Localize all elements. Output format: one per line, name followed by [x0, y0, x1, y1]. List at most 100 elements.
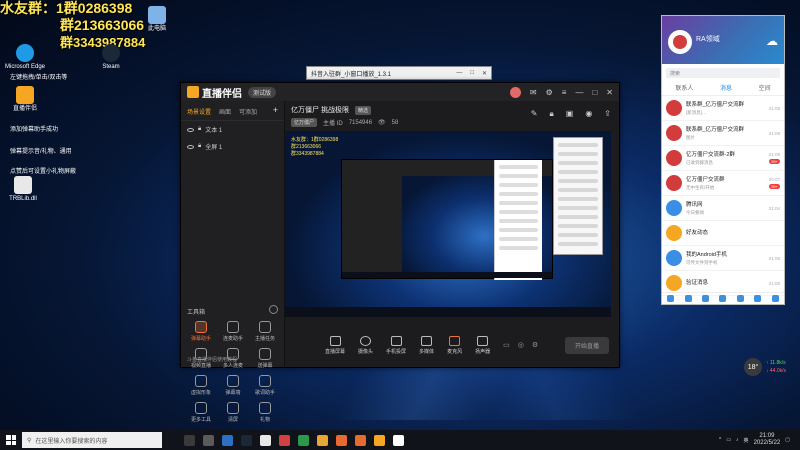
conversation-item[interactable]: 我的Android手机 可传文件到手机 21:05: [662, 246, 784, 271]
system-monitor-widget[interactable]: 18° ↑ 11.8k/s ↓ 44.0k/s: [744, 356, 794, 378]
help-link[interactable]: 斗鱼直播伴侣使用教程: [187, 356, 237, 363]
tab-messages[interactable]: 消息: [720, 83, 732, 92]
stream-preview[interactable]: 水友群：1群0286398 群213663066 群3343987884: [285, 131, 611, 317]
avatar[interactable]: [668, 30, 692, 54]
desktop-icon-edge[interactable]: Microsoft Edge: [2, 44, 48, 71]
tool-send-danmaku[interactable]: 送弹幕: [249, 348, 281, 369]
game-icon[interactable]: [754, 295, 762, 302]
network-icon[interactable]: ▭: [726, 437, 731, 443]
taskbar-app-icon[interactable]: [355, 434, 366, 446]
tool-lyrics[interactable]: 歌词助手: [249, 375, 281, 396]
tab-contacts[interactable]: 联系人: [675, 83, 693, 92]
conversation-item[interactable]: 亿万僵尸交流群 无中生有/开始 20:07 99+: [662, 171, 784, 196]
phone-cast-button[interactable]: 手机投屏: [386, 335, 406, 355]
gear-icon[interactable]: ⚙: [532, 341, 538, 349]
conversation-item[interactable]: 好友动态: [662, 221, 784, 246]
stream-title[interactable]: 亿万僵尸 挑战极限: [291, 105, 349, 115]
taskbar-app-icon[interactable]: [317, 434, 328, 446]
maximize-button[interactable]: □: [592, 88, 597, 97]
minimize-button[interactable]: —: [575, 88, 583, 97]
taskbar-app-icon[interactable]: [260, 434, 271, 446]
category-tag[interactable]: 亿万僵尸: [291, 118, 318, 127]
small-window-title: 抖音入驻群_小窗口播放_1.3.1: [311, 71, 392, 78]
chevron-up-icon[interactable]: ^: [719, 437, 721, 443]
lock-icon[interactable]: 🔒︎: [198, 143, 201, 150]
maximize-button[interactable]: □: [470, 70, 474, 77]
volume-icon[interactable]: ♪: [736, 437, 739, 443]
weather-icon[interactable]: ☁: [766, 34, 778, 48]
record-icon[interactable]: ◉: [585, 109, 592, 119]
close-button[interactable]: ✕: [482, 70, 487, 77]
taskbar-search[interactable]: ⚲ 在这里输入你要搜索的内容: [22, 432, 162, 448]
desktop-icon-this-pc[interactable]: 此电脑: [134, 6, 180, 33]
taskbar-app-icon[interactable]: [184, 434, 195, 446]
clock[interactable]: 21:09 2022/5/22: [754, 433, 781, 447]
desktop-icon-steam[interactable]: Steam: [88, 44, 134, 71]
small-window-titlebar[interactable]: 抖音入驻群_小窗口播放_1.3.1 — □ ✕: [306, 66, 492, 80]
tool-avatar[interactable]: 虚拟形象: [185, 375, 217, 396]
more-tools-icon[interactable]: [269, 305, 278, 314]
conversation-item[interactable]: 亿万僵尸交流群-2群 已收到群消息 21:09 99+: [662, 146, 784, 171]
notification-icon[interactable]: ▢: [785, 437, 790, 443]
go-live-button[interactable]: 开始直播: [564, 336, 609, 354]
input-language[interactable]: 英: [744, 437, 749, 444]
mail-icon[interactable]: ✉: [530, 88, 537, 97]
tool-anchor-task[interactable]: 主播任务: [249, 321, 281, 342]
tab-scene-settings[interactable]: 场景设置: [187, 107, 211, 116]
taskbar-app-icon[interactable]: [222, 434, 233, 446]
taskbar-app-icon[interactable]: [374, 434, 385, 446]
app-icon[interactable]: [719, 295, 727, 302]
start-button[interactable]: [0, 435, 22, 445]
share-icon[interactable]: ⇪: [604, 109, 611, 119]
lock-icon[interactable]: 🔒︎: [198, 126, 201, 133]
taskbar-app-icon[interactable]: [203, 434, 214, 446]
eye-icon[interactable]: [187, 144, 194, 149]
scene-item[interactable]: 🔒︎ 文本 1: [181, 121, 284, 138]
media-button[interactable]: 多媒体: [419, 335, 434, 355]
desktop-icon-trblib[interactable]: TRBLib.dll: [0, 176, 46, 203]
video-settings-icon[interactable]: ▭: [503, 341, 510, 349]
tool-mic-link[interactable]: 连麦助手: [217, 321, 249, 342]
taskbar-app-icon[interactable]: [393, 434, 404, 446]
tool-danmaku-wall[interactable]: 弹幕墙: [217, 375, 249, 396]
bag-icon[interactable]: ▣: [566, 109, 574, 119]
tool-more[interactable]: 更多工具: [185, 402, 217, 423]
conversation-item[interactable]: 联系群_亿万僵尸交流群 [新消息]… 21:09: [662, 96, 784, 121]
tab-addable[interactable]: 可添加: [239, 107, 257, 116]
settings-icon[interactable]: ⚙: [546, 88, 553, 97]
menu-icon[interactable]: ≡: [562, 88, 567, 97]
app-titlebar[interactable]: 直播伴侣 测试版 ✉ ⚙ ≡ — □ ✕: [181, 83, 619, 101]
add-source-icon[interactable]: +: [273, 106, 278, 116]
tool-gift[interactable]: 礼物: [249, 402, 281, 423]
screen-capture-button[interactable]: 直播屏幕: [325, 335, 345, 355]
close-button[interactable]: ✕: [606, 88, 613, 97]
taskbar-app-icon[interactable]: [298, 434, 309, 446]
conversation-item[interactable]: 腾讯网 今日要闻 21:04: [662, 196, 784, 221]
menu-icon[interactable]: [667, 295, 675, 302]
scene-item[interactable]: 🔒︎ 全屏 1: [181, 138, 284, 155]
edit-icon[interactable]: ✎: [531, 109, 538, 119]
minimize-button[interactable]: —: [456, 70, 462, 77]
qq-nickname[interactable]: RA领域: [696, 34, 720, 44]
folder-icon[interactable]: [702, 295, 710, 302]
bag-icon[interactable]: [771, 295, 779, 302]
eye-icon[interactable]: [187, 127, 194, 132]
tool-clear[interactable]: 清屏: [217, 402, 249, 423]
taskbar-app-icon[interactable]: [279, 434, 290, 446]
tool-danmaku-assistant[interactable]: 弹幕助手: [185, 321, 217, 342]
desktop-icon-live-companion[interactable]: 直播伴侣: [2, 86, 48, 113]
taskbar-app-icon[interactable]: [336, 434, 347, 446]
file-icon[interactable]: [684, 295, 692, 302]
speaker-button[interactable]: 扬声器: [475, 335, 490, 355]
mail-icon[interactable]: [736, 295, 744, 302]
user-avatar[interactable]: [509, 86, 521, 98]
microphone-button[interactable]: 麦克风: [447, 335, 462, 355]
tab-space[interactable]: 空间: [759, 83, 771, 92]
taskbar-app-icon[interactable]: [241, 434, 252, 446]
camera-button[interactable]: 摄像头: [358, 335, 373, 355]
conversation-item[interactable]: 联系群_亿万僵尸交流群 图片 21:09: [662, 121, 784, 146]
lock-icon[interactable]: 🔒︎: [549, 109, 553, 119]
tab-picture[interactable]: 画面: [219, 107, 231, 116]
eye-icon[interactable]: ◎: [518, 341, 524, 349]
search-input[interactable]: 搜索: [666, 68, 780, 78]
